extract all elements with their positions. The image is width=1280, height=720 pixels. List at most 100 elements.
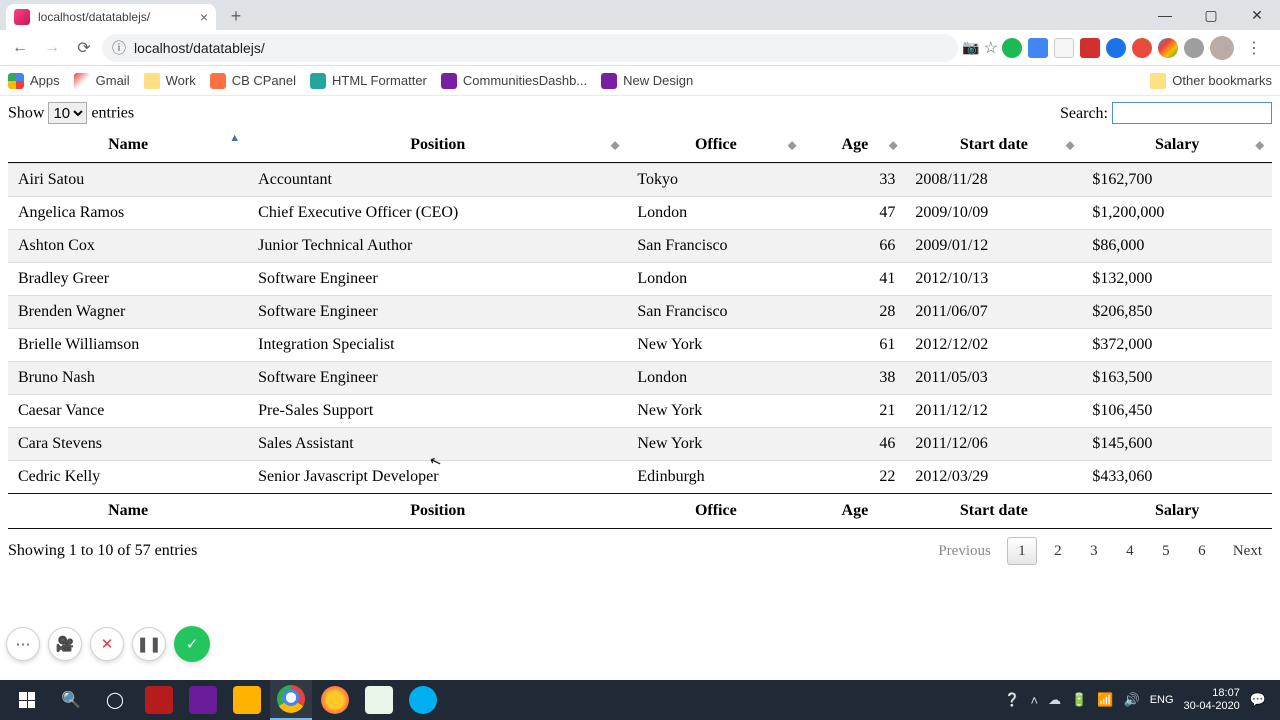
cell-age: 22 (804, 460, 905, 493)
other-bookmarks[interactable]: Other bookmarks (1172, 73, 1272, 88)
length-prefix: Show (8, 105, 44, 122)
taskbar-app-notepad[interactable] (358, 680, 400, 720)
column-header-name[interactable]: Name▲ (8, 128, 248, 163)
table-row[interactable]: Cara StevensSales AssistantNew York46201… (8, 427, 1272, 460)
cell-salary: $433,060 (1082, 460, 1272, 493)
bookmark-cbcpanel[interactable]: CB CPanel (210, 73, 296, 89)
bookmark-apps[interactable]: Apps (8, 73, 60, 89)
table-row[interactable]: Angelica RamosChief Executive Officer (C… (8, 196, 1272, 229)
table-row[interactable]: Ashton CoxJunior Technical AuthorSan Fra… (8, 229, 1272, 262)
page-button-6[interactable]: 6 (1187, 537, 1217, 565)
extension-icon[interactable] (1184, 38, 1204, 58)
extension-icon[interactable] (1132, 38, 1152, 58)
cell-name: Brenden Wagner (8, 295, 248, 328)
taskbar-app-filezilla[interactable] (138, 680, 180, 720)
length-select[interactable]: 10 (48, 102, 87, 124)
reload-button[interactable]: ⟳ (70, 34, 98, 62)
action-center-icon[interactable]: 💬 (1250, 692, 1266, 708)
table-row[interactable]: Bruno NashSoftware EngineerLondon382011/… (8, 361, 1272, 394)
recorder-confirm-button[interactable]: ✓ (174, 626, 210, 662)
page-button-5[interactable]: 5 (1151, 537, 1181, 565)
tray-onedrive-icon[interactable]: ☁ (1048, 692, 1061, 708)
taskbar-clock[interactable]: 18:07 30-04-2020 (1184, 687, 1240, 712)
previous-button[interactable]: Previous (928, 537, 1001, 565)
menu-button[interactable]: ⋮ (1240, 34, 1268, 62)
cell-age: 33 (804, 163, 905, 196)
back-button[interactable]: ← (6, 34, 34, 62)
cell-office: New York (627, 328, 804, 361)
tray-volume-icon[interactable]: 🔊 (1124, 692, 1140, 708)
tray-help-icon[interactable]: ❔ (1004, 692, 1020, 708)
column-header-salary[interactable]: Salary◆ (1082, 128, 1272, 163)
table-row[interactable]: Caesar VancePre-Sales SupportNew York212… (8, 394, 1272, 427)
calendar-extension-icon[interactable] (1028, 38, 1048, 58)
table-header-row: Name▲ Position◆ Office◆ Age◆ Start date◆… (8, 128, 1272, 163)
taskbar-app[interactable] (182, 680, 224, 720)
task-view-button[interactable]: ◯ (94, 680, 136, 720)
page-button-1[interactable]: 1 (1007, 537, 1037, 565)
start-button[interactable] (6, 680, 48, 720)
column-header-position[interactable]: Position◆ (248, 128, 627, 163)
column-header-age[interactable]: Age◆ (804, 128, 905, 163)
table-row[interactable]: Brenden WagnerSoftware EngineerSan Franc… (8, 295, 1272, 328)
bookmark-newdesign[interactable]: New Design (601, 73, 693, 89)
table-row[interactable]: Brielle WilliamsonIntegration Specialist… (8, 328, 1272, 361)
bookmark-label: Gmail (96, 73, 130, 88)
address-bar[interactable]: ⓘ localhost/datatablejs/ (102, 34, 958, 62)
recorder-more-button[interactable]: ⋯ (6, 627, 40, 661)
recorder-pause-button[interactable]: ❚❚ (132, 627, 166, 661)
column-header-office[interactable]: Office◆ (627, 128, 804, 163)
search-input[interactable] (1112, 102, 1272, 124)
taskbar-app-firefox[interactable] (314, 680, 356, 720)
page-button-4[interactable]: 4 (1115, 537, 1145, 565)
cell-name: Angelica Ramos (8, 196, 248, 229)
new-tab-button[interactable]: + (222, 2, 250, 30)
recorder-camera-button[interactable]: 🎥 (48, 627, 82, 661)
tray-wifi-icon[interactable]: 📶 (1097, 692, 1113, 708)
next-button[interactable]: Next (1223, 537, 1272, 565)
taskbar-app-explorer[interactable] (226, 680, 268, 720)
tray-chevron-icon[interactable]: ˄ (1031, 693, 1039, 708)
column-header-startdate[interactable]: Start date◆ (905, 128, 1082, 163)
taskbar-app-skype[interactable] (402, 680, 444, 720)
bookmark-star-icon[interactable]: ☆ (984, 38, 998, 58)
cell-age: 28 (804, 295, 905, 328)
bookmark-gmail[interactable]: Gmail (74, 73, 130, 89)
bookmark-communities[interactable]: CommunitiesDashb... (441, 73, 587, 89)
data-table: Name▲ Position◆ Office◆ Age◆ Start date◆… (8, 128, 1272, 529)
table-row[interactable]: Cedric KellySenior Javascript DeveloperE… (8, 460, 1272, 493)
bookmark-htmlformatter[interactable]: HTML Formatter (310, 73, 427, 89)
table-row[interactable]: Bradley GreerSoftware EngineerLondon4120… (8, 262, 1272, 295)
profile-avatar[interactable] (1210, 36, 1234, 60)
bookmark-work[interactable]: Work (144, 73, 196, 89)
minimize-button[interactable]: — (1142, 0, 1188, 30)
tab-close-icon[interactable]: × (200, 9, 208, 25)
gmail-icon (74, 73, 90, 89)
reader-extension-icon[interactable] (1054, 38, 1074, 58)
tab-title: localhost/datatablejs/ (38, 10, 150, 24)
apps-icon (8, 73, 24, 89)
extension-icon[interactable] (1002, 38, 1022, 58)
page-button-3[interactable]: 3 (1079, 537, 1109, 565)
table-row[interactable]: Airi SatouAccountantTokyo332008/11/28$16… (8, 163, 1272, 196)
search-button[interactable]: 🔍 (50, 680, 92, 720)
close-window-button[interactable]: ✕ (1234, 0, 1280, 30)
site-info-icon[interactable]: ⓘ (112, 38, 126, 58)
tray-battery-icon[interactable]: 🔋 (1071, 692, 1087, 708)
windows-taskbar: 🔍 ◯ ❔ ˄ ☁ 🔋 📶 🔊 ENG 18:07 30-04-2020 💬 (0, 680, 1280, 720)
maximize-button[interactable]: ▢ (1188, 0, 1234, 30)
header-label: Name (108, 136, 148, 153)
camera-indicator-icon[interactable]: 📷 (962, 39, 979, 56)
browser-tab[interactable]: localhost/datatablejs/ × (6, 4, 216, 30)
recorder-stop-button[interactable]: ✕ (90, 627, 124, 661)
tray-language[interactable]: ENG (1150, 694, 1174, 706)
cell-office: New York (627, 427, 804, 460)
page-button-2[interactable]: 2 (1043, 537, 1073, 565)
extension-icon[interactable] (1106, 38, 1126, 58)
sort-icon: ◆ (1066, 139, 1074, 152)
forward-button[interactable]: → (38, 34, 66, 62)
bookmark-label: New Design (623, 73, 693, 88)
taskbar-app-chrome[interactable] (270, 680, 312, 720)
pdf-extension-icon[interactable] (1080, 38, 1100, 58)
extension-icon[interactable] (1158, 38, 1178, 58)
